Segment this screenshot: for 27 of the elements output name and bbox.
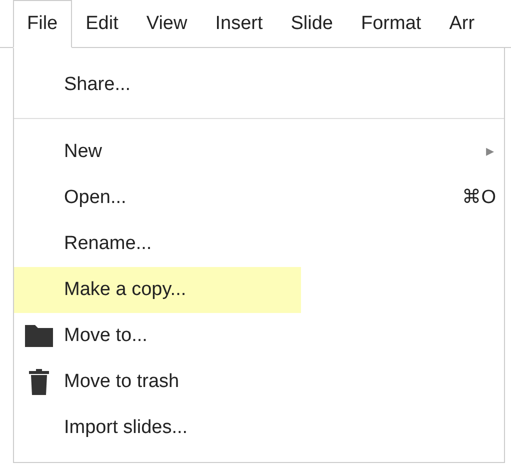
menu-item[interactable]: Open... ⌘O	[14, 175, 504, 221]
menu-item[interactable]: Move to...	[14, 313, 504, 359]
menu-item-label: Move to...	[64, 324, 148, 348]
submenu-arrow: ▸	[486, 142, 494, 162]
menu-item-label: Rename...	[64, 232, 152, 256]
menu-item-label: Open...	[64, 186, 126, 210]
menu-item[interactable]: Import slides...	[14, 405, 504, 451]
menu-item-label: Share...	[64, 72, 131, 97]
menu-item-label: Make a copy...	[64, 278, 186, 302]
menu-item[interactable]: Move to trash	[14, 359, 504, 405]
menu-bar-item[interactable]: File	[13, 0, 72, 48]
menu-bar-item[interactable]: Format	[347, 0, 436, 48]
shortcut-label: ⌘O	[462, 186, 496, 210]
menu-bar-item[interactable]: Arr	[435, 0, 489, 48]
menu-item-label: Import slides...	[64, 416, 188, 440]
menu-item[interactable]: Make a copy...	[14, 267, 301, 313]
menu-item[interactable]: Share...	[14, 62, 504, 108]
menu-item-label: Move to trash	[64, 370, 180, 394]
folder-icon	[25, 325, 53, 347]
menu-bar-item[interactable]: View	[132, 0, 202, 48]
menu-item[interactable]: Rename...	[14, 221, 504, 267]
menu-item[interactable]: New ▸	[14, 129, 504, 175]
trash-icon	[29, 369, 49, 395]
menu-bar-item[interactable]: Edit	[72, 0, 132, 48]
menu-bar-item[interactable]: Slide	[276, 0, 347, 48]
menu-item-label: New	[64, 140, 102, 164]
menu-bar-item[interactable]: Insert	[201, 0, 277, 48]
